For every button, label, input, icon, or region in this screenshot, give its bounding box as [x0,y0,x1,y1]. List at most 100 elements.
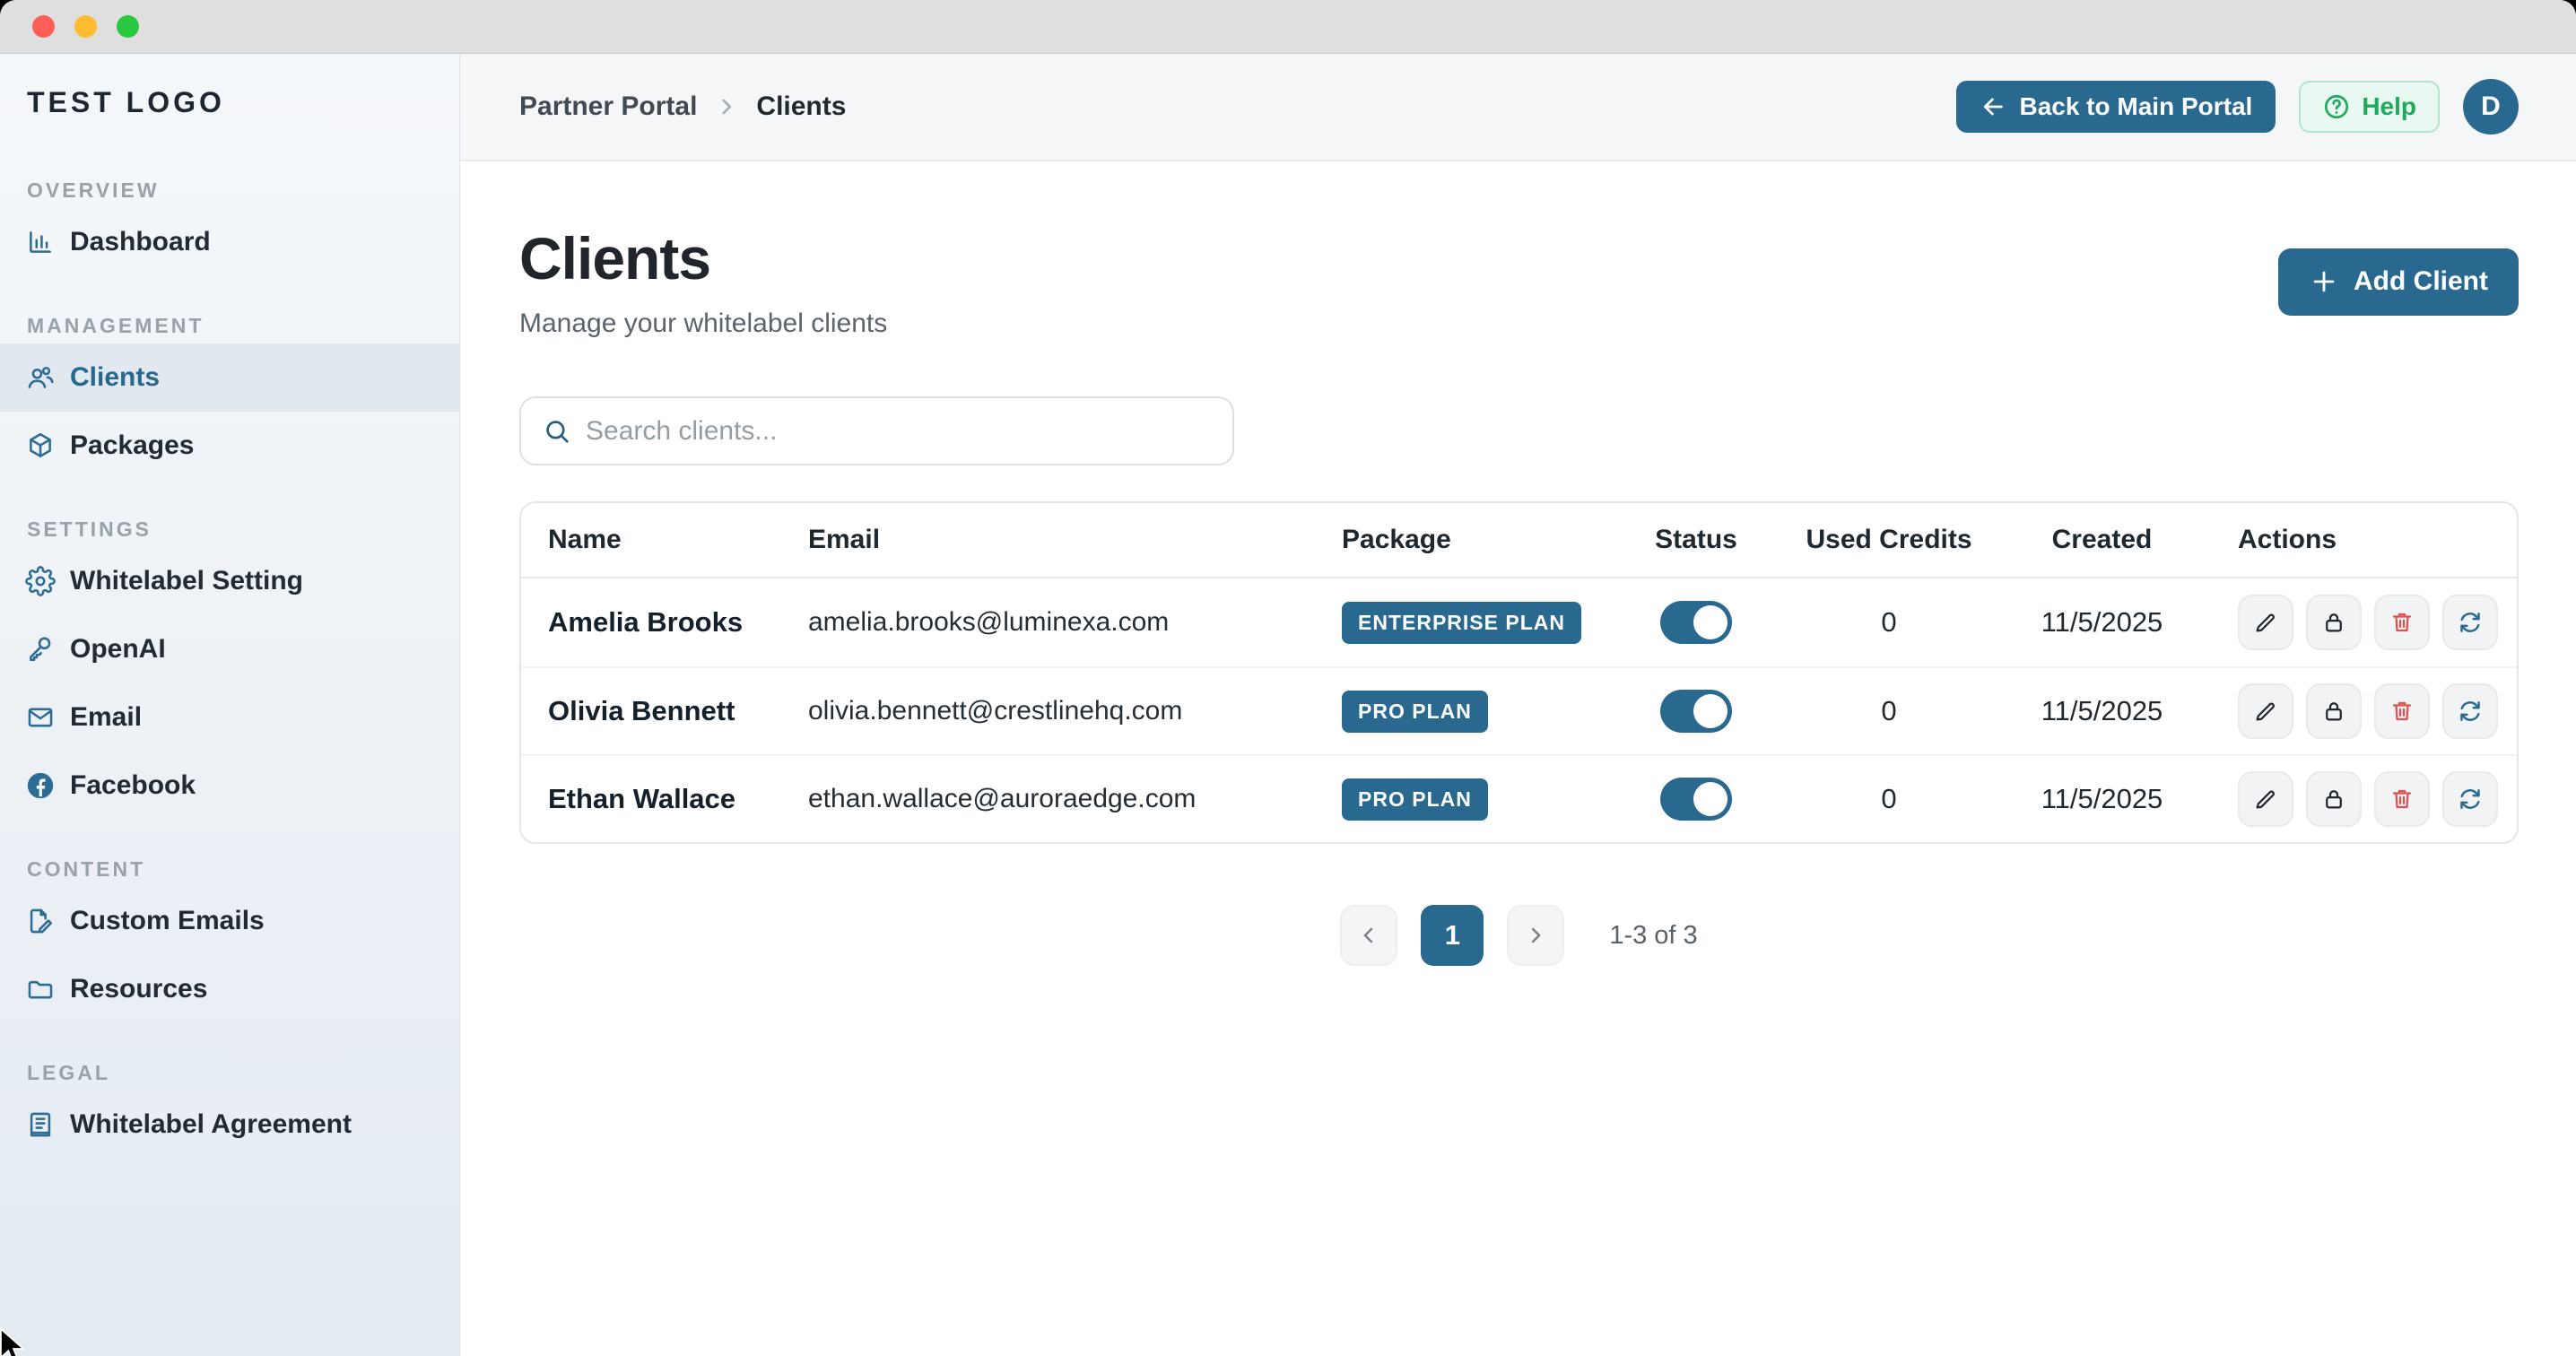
edit-button[interactable] [2238,683,2293,739]
sidebar-section-settings: SETTINGS [0,517,459,542]
lock-icon [2320,786,2347,813]
refresh-button[interactable] [2442,595,2498,650]
folder-icon [23,972,57,1006]
refresh-button[interactable] [2442,683,2498,739]
zoom-window-button[interactable] [117,15,139,38]
chevron-right-icon [1523,923,1548,948]
lock-button[interactable] [2306,683,2362,739]
sidebar-item-label: Whitelabel Agreement [70,1109,352,1140]
delete-button[interactable] [2374,771,2430,827]
topbar: Partner Portal Clients Back to Main Port… [460,54,2576,161]
delete-button[interactable] [2374,683,2430,739]
delete-button[interactable] [2374,595,2430,650]
sidebar-item-label: Facebook [70,770,196,801]
sidebar-item-packages[interactable]: Packages [0,412,459,480]
document-edit-icon [23,904,57,938]
help-button-label: Help [2362,92,2416,121]
table-row: Amelia Brooks amelia.brooks@luminexa.com… [521,578,2517,666]
sidebar-item-label: Custom Emails [70,906,265,936]
status-toggle[interactable] [1660,690,1732,733]
page-number-button[interactable]: 1 [1421,905,1484,966]
app-window: TEST LOGO OVERVIEW Dashboard MANAGEMENT … [0,0,2576,1356]
sidebar-section-overview: OVERVIEW [0,178,459,203]
client-package-cell: PRO PLAN [1342,691,1611,733]
user-avatar[interactable]: D [2463,79,2519,135]
sidebar-item-openai[interactable]: OpenAI [0,615,459,683]
package-badge: PRO PLAN [1342,778,1488,821]
column-header-actions: Actions [2207,525,2490,555]
help-button[interactable]: Help [2299,81,2440,133]
client-email: ethan.wallace@auroraedge.com [808,784,1342,814]
sidebar-item-label: Clients [70,362,160,393]
question-circle-icon [2322,92,2351,121]
pencil-icon [2252,609,2279,636]
lock-button[interactable] [2306,595,2362,650]
client-status-cell [1611,778,1781,821]
clients-table: Name Email Package Status Used Credits C… [519,501,2519,844]
app-body: TEST LOGO OVERVIEW Dashboard MANAGEMENT … [0,54,2576,1356]
client-status-cell [1611,690,1781,733]
mouse-cursor [0,1327,32,1356]
sidebar-item-custom-emails[interactable]: Custom Emails [0,887,459,955]
page-subtitle: Manage your whitelabel clients [519,309,887,339]
trash-icon [2389,609,2415,636]
sidebar-item-label: Resources [70,974,207,1004]
search-box [519,396,1234,465]
column-header-created: Created [1997,525,2207,555]
arrow-left-icon [1980,93,2006,120]
next-page-button[interactable] [1507,905,1564,966]
lock-button[interactable] [2306,771,2362,827]
table-header-row: Name Email Package Status Used Credits C… [521,503,2517,578]
client-package-cell: ENTERPRISE PLAN [1342,602,1611,644]
users-icon [23,361,57,395]
macos-titlebar [0,0,2576,54]
minimize-window-button[interactable] [74,15,97,38]
refresh-icon [2457,698,2484,725]
search-input[interactable] [586,416,1211,447]
cube-icon [23,429,57,463]
sidebar-item-facebook[interactable]: Facebook [0,752,459,820]
refresh-button[interactable] [2442,771,2498,827]
table-row: Olivia Bennett olivia.bennett@crestlineh… [521,666,2517,754]
row-actions [2207,595,2498,650]
book-icon [23,1108,57,1142]
page-title: Clients [519,224,887,292]
column-header-used-credits: Used Credits [1781,525,1997,555]
page-head: Clients Manage your whitelabel clients A… [519,224,2519,339]
sidebar-item-whitelabel-agreement[interactable]: Whitelabel Agreement [0,1091,459,1159]
back-button-label: Back to Main Portal [2019,92,2252,121]
package-badge: ENTERPRISE PLAN [1342,602,1581,644]
column-header-email: Email [808,525,1342,555]
breadcrumb-partner-portal[interactable]: Partner Portal [519,91,697,122]
edit-button[interactable] [2238,595,2293,650]
sidebar-item-whitelabel-setting[interactable]: Whitelabel Setting [0,547,459,615]
status-toggle[interactable] [1660,601,1732,644]
add-client-button[interactable]: Add Client [2278,248,2519,316]
column-header-package: Package [1342,525,1611,555]
sidebar-section-management: MANAGEMENT [0,314,459,338]
plus-icon [2309,266,2339,297]
client-package-cell: PRO PLAN [1342,778,1611,821]
sidebar-item-dashboard[interactable]: Dashboard [0,208,459,276]
table-row: Ethan Wallace ethan.wallace@auroraedge.c… [521,754,2517,842]
sidebar-item-label: Email [70,702,142,733]
sidebar-item-resources[interactable]: Resources [0,955,459,1023]
toggle-knob [1693,694,1727,728]
main-area: Partner Portal Clients Back to Main Port… [460,54,2576,1356]
gear-icon [23,564,57,598]
chevron-right-icon [715,95,738,118]
sidebar-item-clients[interactable]: Clients [0,343,459,412]
column-header-name: Name [548,525,808,555]
sidebar-item-email[interactable]: Email [0,683,459,752]
sidebar-item-label: Dashboard [70,227,211,257]
back-to-main-portal-button[interactable]: Back to Main Portal [1956,81,2276,133]
sidebar-item-label: OpenAI [70,634,166,665]
client-used-credits: 0 [1781,695,1997,727]
pencil-icon [2252,698,2279,725]
close-window-button[interactable] [32,15,55,38]
edit-button[interactable] [2238,771,2293,827]
sidebar: TEST LOGO OVERVIEW Dashboard MANAGEMENT … [0,54,460,1356]
previous-page-button[interactable] [1340,905,1397,966]
status-toggle[interactable] [1660,778,1732,821]
pencil-icon [2252,786,2279,813]
